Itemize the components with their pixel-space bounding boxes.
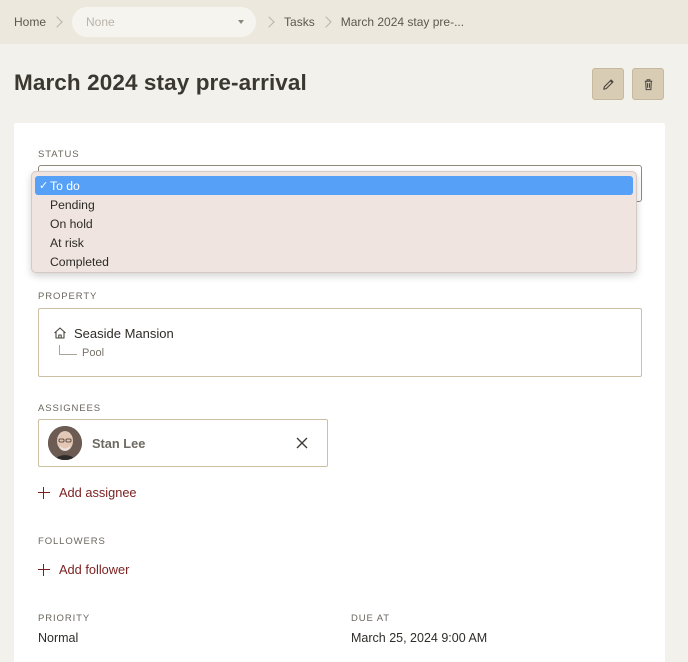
add-assignee-button[interactable]: Add assignee — [38, 485, 137, 500]
breadcrumb-home[interactable]: Home — [14, 15, 46, 29]
breadcrumb-select-value: None — [86, 15, 115, 29]
plus-icon — [38, 563, 50, 576]
due-label: DUE AT — [351, 613, 391, 624]
edit-button[interactable] — [592, 68, 624, 100]
caret-down-icon — [238, 20, 245, 24]
trash-icon — [644, 78, 652, 90]
chevron-right-icon — [263, 16, 275, 28]
status-option-label: Pending — [50, 197, 95, 212]
priority-label: PRIORITY — [38, 613, 91, 624]
assignee-name: Stan Lee — [92, 436, 146, 451]
pencil-icon — [602, 78, 614, 90]
property-sub-item: Pool — [82, 347, 105, 359]
property-name: Seaside Mansion — [74, 326, 174, 341]
home-icon — [54, 327, 66, 339]
breadcrumb-select[interactable]: None — [72, 7, 257, 37]
breadcrumb-current: March 2024 stay pre-... — [340, 15, 465, 29]
status-dropdown: ✓ To do Pending On hold At risk Complete… — [31, 171, 637, 273]
status-option-label: To do — [50, 178, 80, 193]
delete-button[interactable] — [632, 68, 664, 100]
add-assignee-label: Add assignee — [59, 485, 137, 500]
status-option-label: On hold — [50, 216, 93, 231]
add-follower-button[interactable]: Add follower — [38, 562, 129, 577]
chevron-right-icon — [51, 16, 63, 28]
status-option[interactable]: On hold — [35, 214, 633, 233]
status-option[interactable]: ✓ To do — [35, 176, 633, 195]
followers-label: FOLLOWERS — [38, 536, 106, 547]
plus-icon — [38, 486, 50, 499]
checkmark-icon: ✓ — [39, 180, 49, 192]
close-icon[interactable] — [295, 436, 309, 450]
chevron-right-icon — [320, 16, 332, 28]
priority-value: Normal — [38, 631, 79, 645]
tree-connector — [59, 345, 77, 355]
status-option-label: At risk — [50, 235, 84, 250]
add-follower-label: Add follower — [59, 562, 130, 577]
page-title: March 2024 stay pre-arrival — [14, 70, 307, 95]
status-option[interactable]: Completed — [35, 252, 633, 271]
due-value: March 25, 2024 9:00 AM — [351, 631, 488, 645]
status-label: STATUS — [38, 149, 80, 160]
breadcrumb-tasks[interactable]: Tasks — [284, 15, 315, 29]
assignees-label: ASSIGNEES — [38, 403, 102, 414]
status-option[interactable]: Pending — [35, 195, 633, 214]
breadcrumb: Home None Tasks March 2024 stay pre-... — [0, 0, 688, 44]
property-label: PROPERTY — [38, 291, 98, 302]
status-option[interactable]: At risk — [35, 233, 633, 252]
assignee-chip: Stan Lee — [38, 419, 328, 467]
status-option-label: Completed — [50, 254, 109, 269]
avatar — [48, 426, 82, 460]
property-field[interactable]: Seaside Mansion Pool — [38, 308, 642, 377]
